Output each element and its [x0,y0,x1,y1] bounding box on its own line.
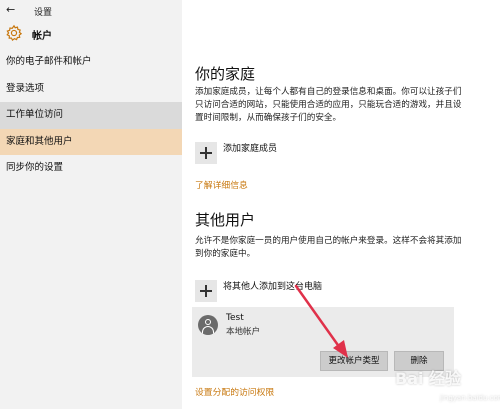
plus-icon [195,280,217,302]
sidebar-item-sign-in-options[interactable]: 登录选项 [0,76,182,103]
assigned-access-link[interactable]: 设置分配的访问权限 [195,385,274,398]
back-button[interactable]: ← [6,4,15,16]
sidebar-nav: 你的电子邮件和帐户 登录选项 工作单位访问 家庭和其他用户 同步你的设置 [0,49,182,182]
sidebar-item-email-accounts[interactable]: 你的电子邮件和帐户 [0,49,182,76]
watermark-logo: Bai 经验 [395,369,462,388]
user-avatar-icon [198,315,218,335]
user-name: Test [226,313,244,323]
sidebar-item-sync-settings[interactable]: 同步你的设置 [0,155,182,182]
sidebar-item-work-access[interactable]: 工作单位访问 [0,102,182,129]
gear-icon [6,24,23,42]
other-users-section-title: 其他用户 [195,211,256,229]
page-header: 帐户 [0,22,182,46]
user-account-type: 本地帐户 [226,327,261,337]
family-description: 添加家庭成员，让每个人都有自己的登录信息和桌面。你可以让孩子们只访问合适的网站，… [195,87,462,123]
plus-icon [195,142,217,164]
sidebar-item-family-other-users[interactable]: 家庭和其他用户 [0,128,182,155]
page-title: 帐户 [32,31,52,42]
other-users-description: 允许不是你家庭一员的用户使用自己的帐户来登录。这样不会将其添加到你的家庭中。 [195,236,462,259]
family-section-title: 你的家庭 [195,65,256,83]
add-family-member-label: 添加家庭成员 [223,143,278,154]
add-family-member-button[interactable]: 添加家庭成员 [195,141,277,165]
learn-more-link[interactable]: 了解详细信息 [195,178,248,191]
app-title: 设置 [34,8,53,18]
watermark-url: jingyan.baidu.com [440,394,500,402]
annotation-arrow-icon [294,284,348,358]
